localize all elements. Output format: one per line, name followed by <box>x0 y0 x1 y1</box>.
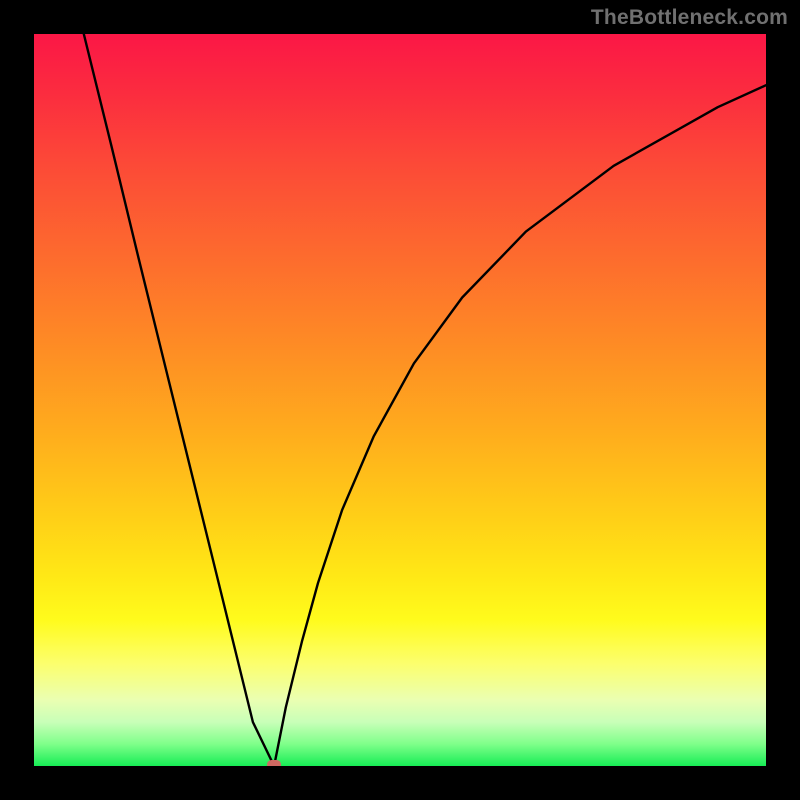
minimum-marker <box>267 760 281 766</box>
bottleneck-curve <box>34 34 766 766</box>
watermark-text: TheBottleneck.com <box>591 6 788 30</box>
plot-area <box>34 34 766 766</box>
chart-frame: TheBottleneck.com <box>0 0 800 800</box>
